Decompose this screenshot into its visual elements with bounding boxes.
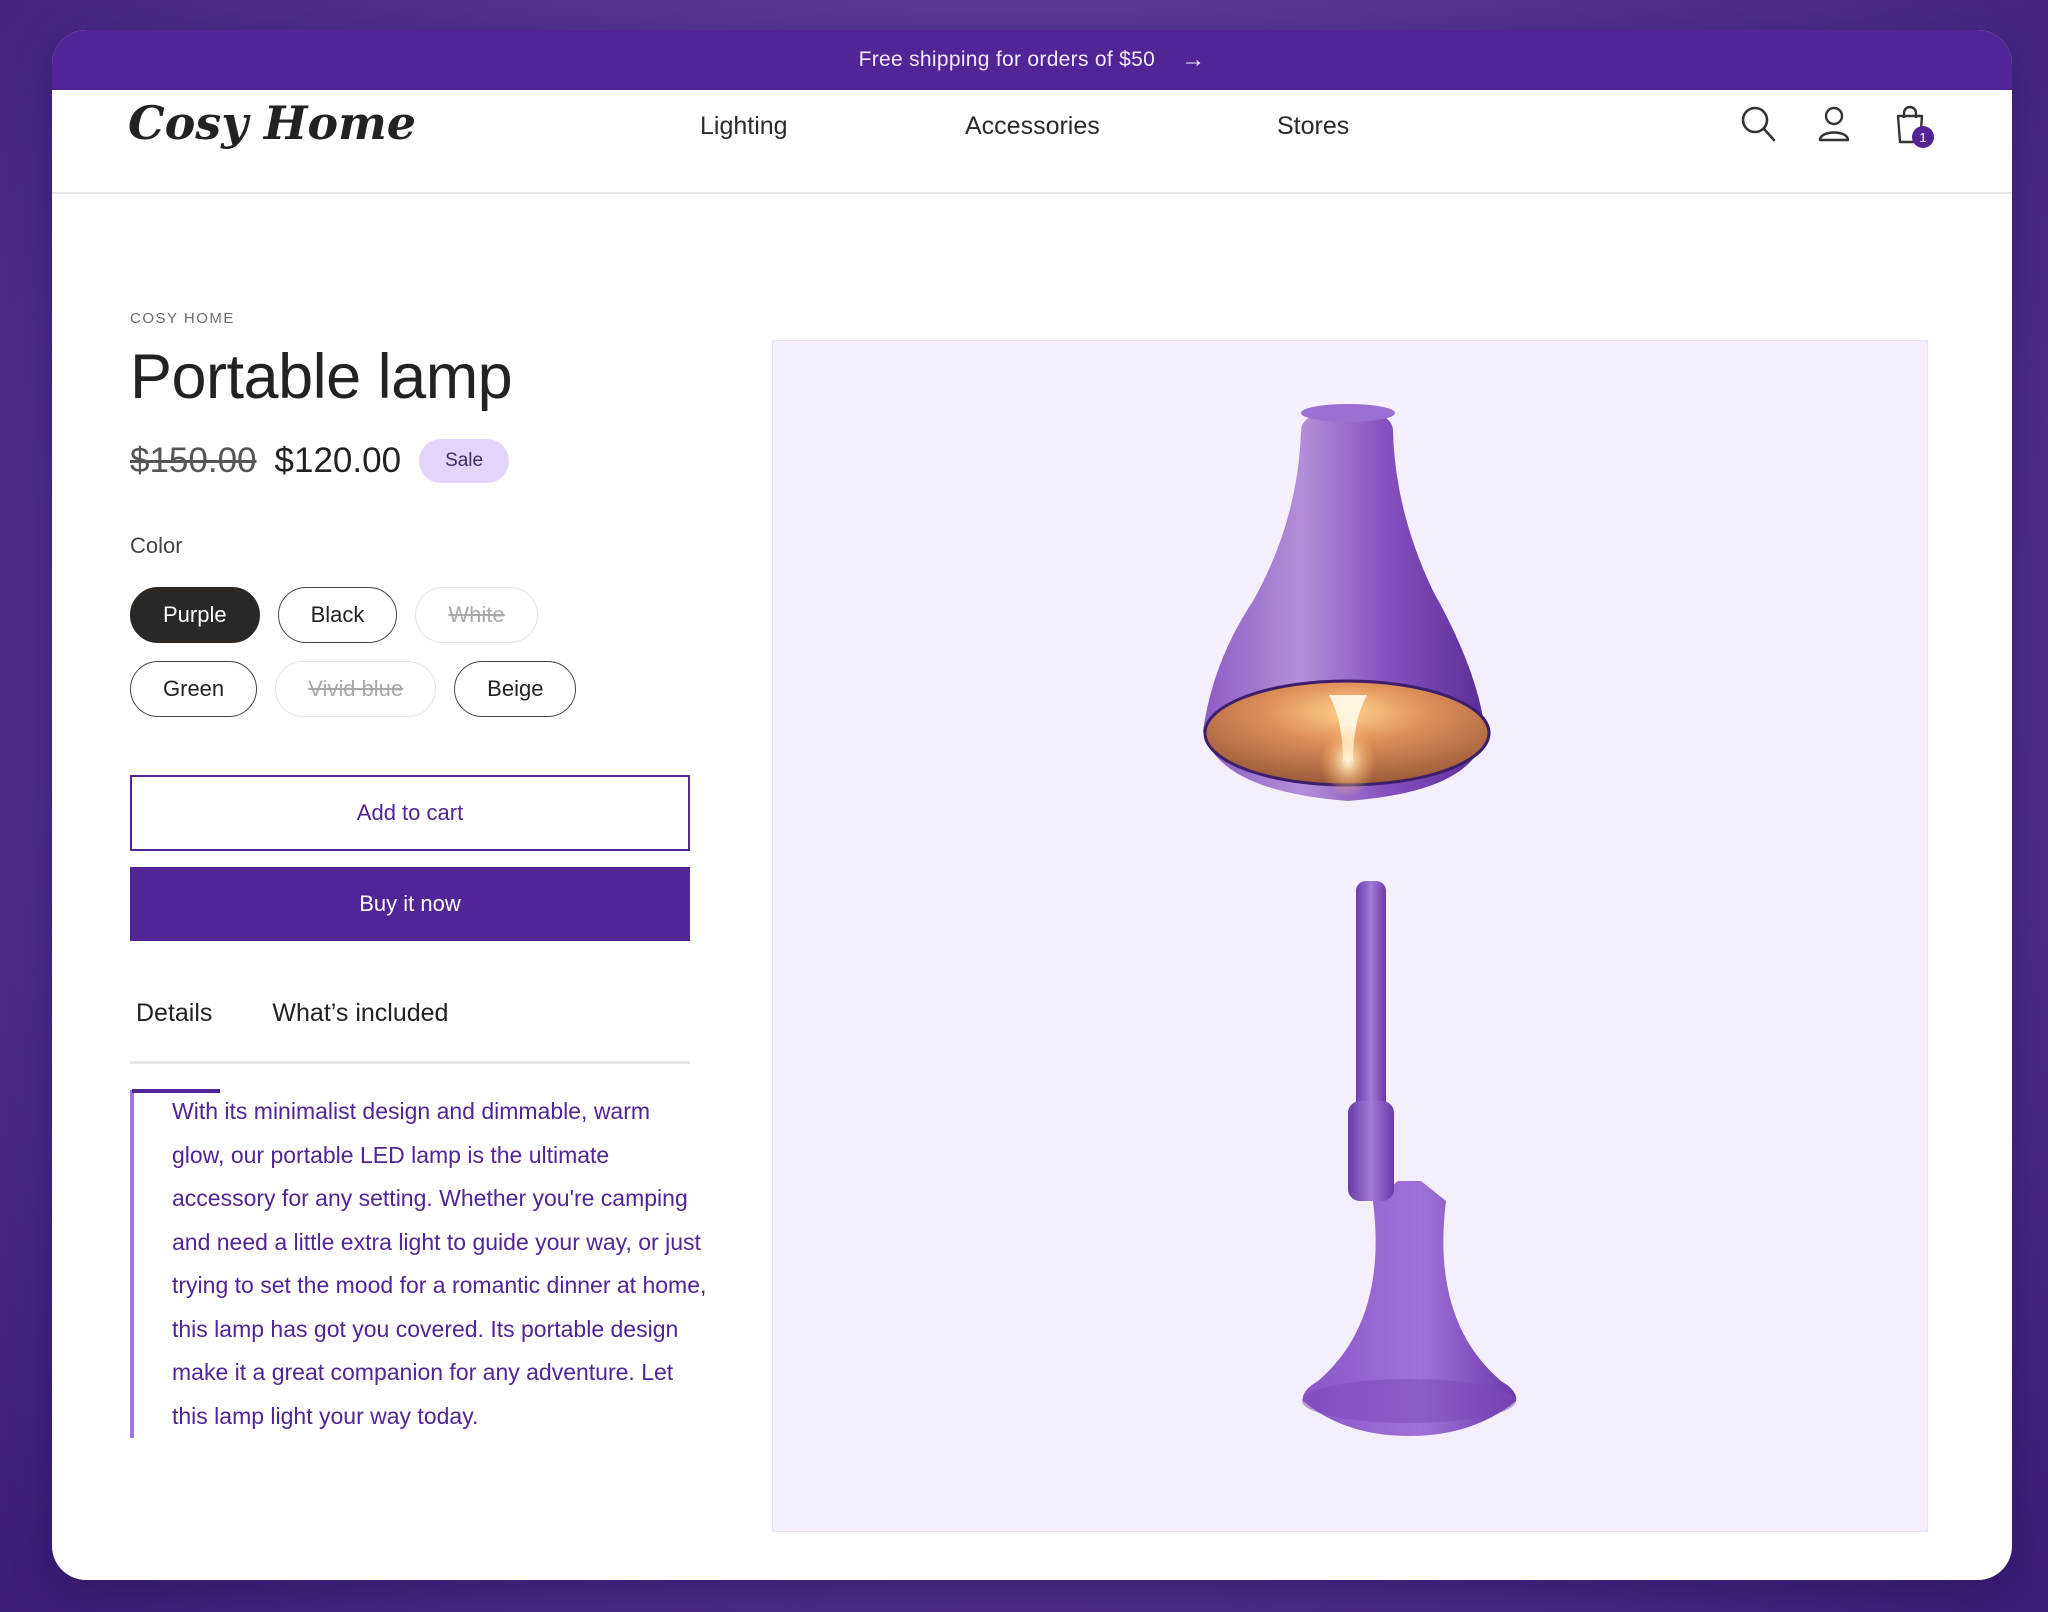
product-description: With its minimalist design and dimmable,…	[130, 1090, 708, 1438]
announcement-text: Free shipping for orders of $50	[858, 48, 1156, 71]
product-vendor: COSY HOME	[130, 310, 235, 327]
product-tabs: Details What’s included	[130, 999, 690, 1093]
color-option-vivid-blue[interactable]: Vivid blue	[275, 661, 437, 717]
tab-whats-included[interactable]: What’s included	[266, 999, 454, 1061]
site-header: Cosy Home Lighting Accessories Stores 1	[52, 90, 2012, 194]
product-info: COSY HOME Portable lamp $150.00 $120.00 …	[130, 310, 770, 1438]
main-nav: Lighting Accessories Stores	[52, 112, 2012, 152]
nav-item-lighting[interactable]: Lighting	[700, 112, 788, 141]
add-to-cart-button[interactable]: Add to cart	[130, 775, 690, 851]
nav-item-accessories[interactable]: Accessories	[965, 112, 1100, 141]
product-section: COSY HOME Portable lamp $150.00 $120.00 …	[52, 194, 2012, 1580]
arrow-right-icon[interactable]: →	[1181, 48, 1205, 72]
color-option-beige[interactable]: Beige	[454, 661, 577, 717]
lamp-illustration	[1203, 404, 1517, 1436]
sale-badge: Sale	[419, 439, 510, 483]
color-option-purple[interactable]: Purple	[130, 587, 260, 643]
color-option-white[interactable]: White	[415, 587, 538, 643]
tab-details[interactable]: Details	[130, 999, 221, 1093]
color-label: Color	[130, 533, 183, 558]
color-options: Purple Black White Green Vivid blue Beig…	[130, 587, 630, 717]
color-option-black[interactable]: Black	[277, 587, 398, 643]
browser-window: Free shipping for orders of $50 → Cosy H…	[52, 30, 2012, 1580]
cart-icon[interactable]: 1	[1892, 104, 1934, 148]
product-title: Portable lamp	[130, 342, 513, 412]
buy-now-button[interactable]: Buy it now	[130, 867, 690, 941]
account-icon[interactable]	[1816, 104, 1852, 144]
announcement-bar[interactable]: Free shipping for orders of $50 →	[52, 30, 2012, 90]
compare-at-price: $150.00	[130, 441, 257, 480]
price-row: $150.00 $120.00 Sale	[130, 439, 770, 483]
search-icon[interactable]	[1740, 104, 1776, 144]
header-icons: 1	[1740, 104, 1934, 148]
sale-price: $120.00	[274, 441, 402, 480]
color-option-green[interactable]: Green	[130, 661, 258, 717]
product-image[interactable]	[772, 340, 1928, 1532]
nav-item-stores[interactable]: Stores	[1277, 112, 1349, 141]
cart-count-badge: 1	[1912, 126, 1934, 148]
